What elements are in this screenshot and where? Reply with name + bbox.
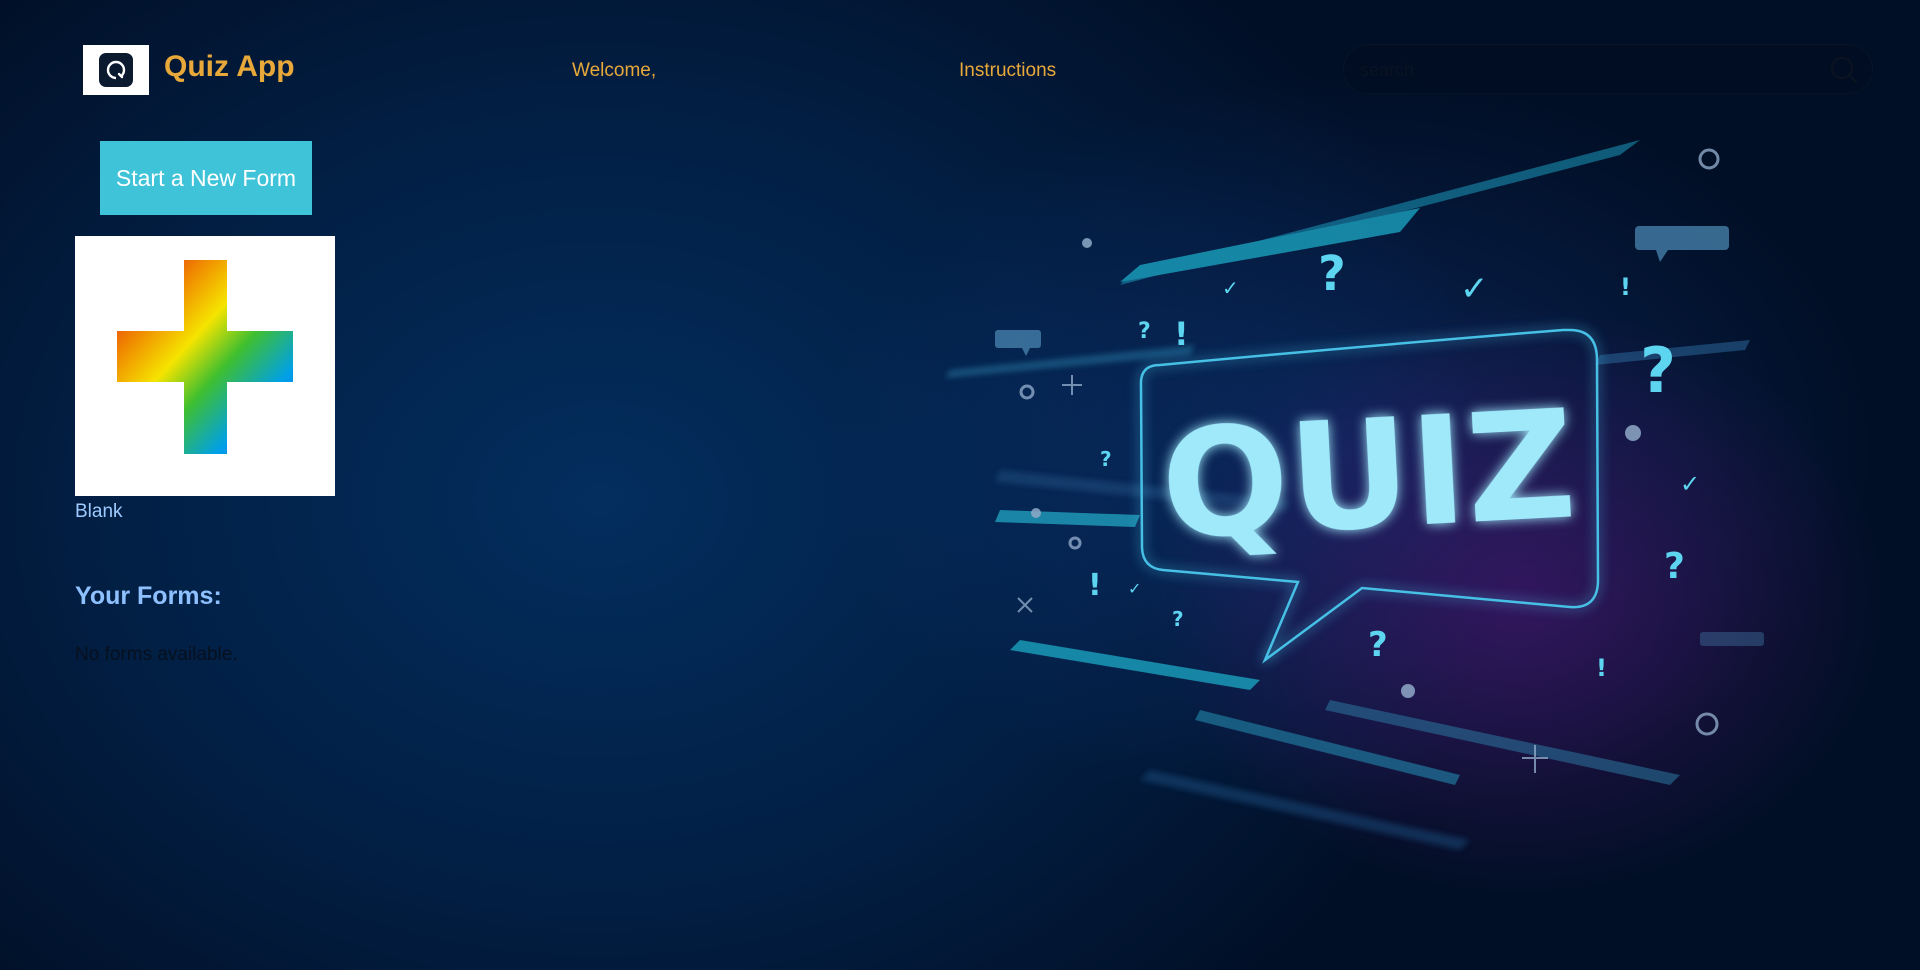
search-icon: [1830, 56, 1858, 84]
svg-text:✓: ✓: [1128, 579, 1141, 598]
start-new-form-button[interactable]: Start a New Form: [100, 141, 312, 215]
svg-text:!: !: [1596, 654, 1607, 682]
svg-text:!: !: [1620, 273, 1631, 301]
search-bar: [1343, 44, 1873, 94]
svg-text:!: !: [1174, 315, 1189, 353]
rainbow-plus-icon: [117, 260, 293, 454]
svg-text:?: ?: [1664, 546, 1685, 587]
blank-template-card[interactable]: [75, 236, 335, 496]
search-input[interactable]: [1358, 55, 1802, 85]
svg-text:?: ?: [1138, 319, 1151, 344]
svg-text:?: ?: [1368, 625, 1388, 665]
your-forms-heading: Your Forms:: [75, 582, 222, 610]
empty-forms-message: No forms available.: [75, 644, 238, 665]
blank-template-label[interactable]: Blank: [75, 501, 123, 523]
svg-text:?: ?: [1318, 246, 1346, 302]
instructions-link[interactable]: Instructions: [959, 60, 1056, 82]
svg-text:?: ?: [1100, 447, 1112, 471]
app-logo-icon: [99, 53, 133, 87]
app-logo[interactable]: [83, 45, 149, 95]
svg-text:✓: ✓: [1460, 269, 1489, 309]
quiz-word: QUIZ: [1157, 378, 1579, 573]
search-button[interactable]: [1828, 54, 1860, 86]
svg-text:?: ?: [1640, 334, 1676, 407]
app-title: Quiz App: [164, 50, 295, 83]
welcome-link[interactable]: Welcome,: [572, 60, 656, 82]
svg-text:!: !: [1088, 568, 1102, 603]
svg-text:✓: ✓: [1680, 470, 1700, 498]
svg-text:?: ?: [1172, 607, 1184, 631]
svg-text:✓: ✓: [1222, 276, 1239, 300]
